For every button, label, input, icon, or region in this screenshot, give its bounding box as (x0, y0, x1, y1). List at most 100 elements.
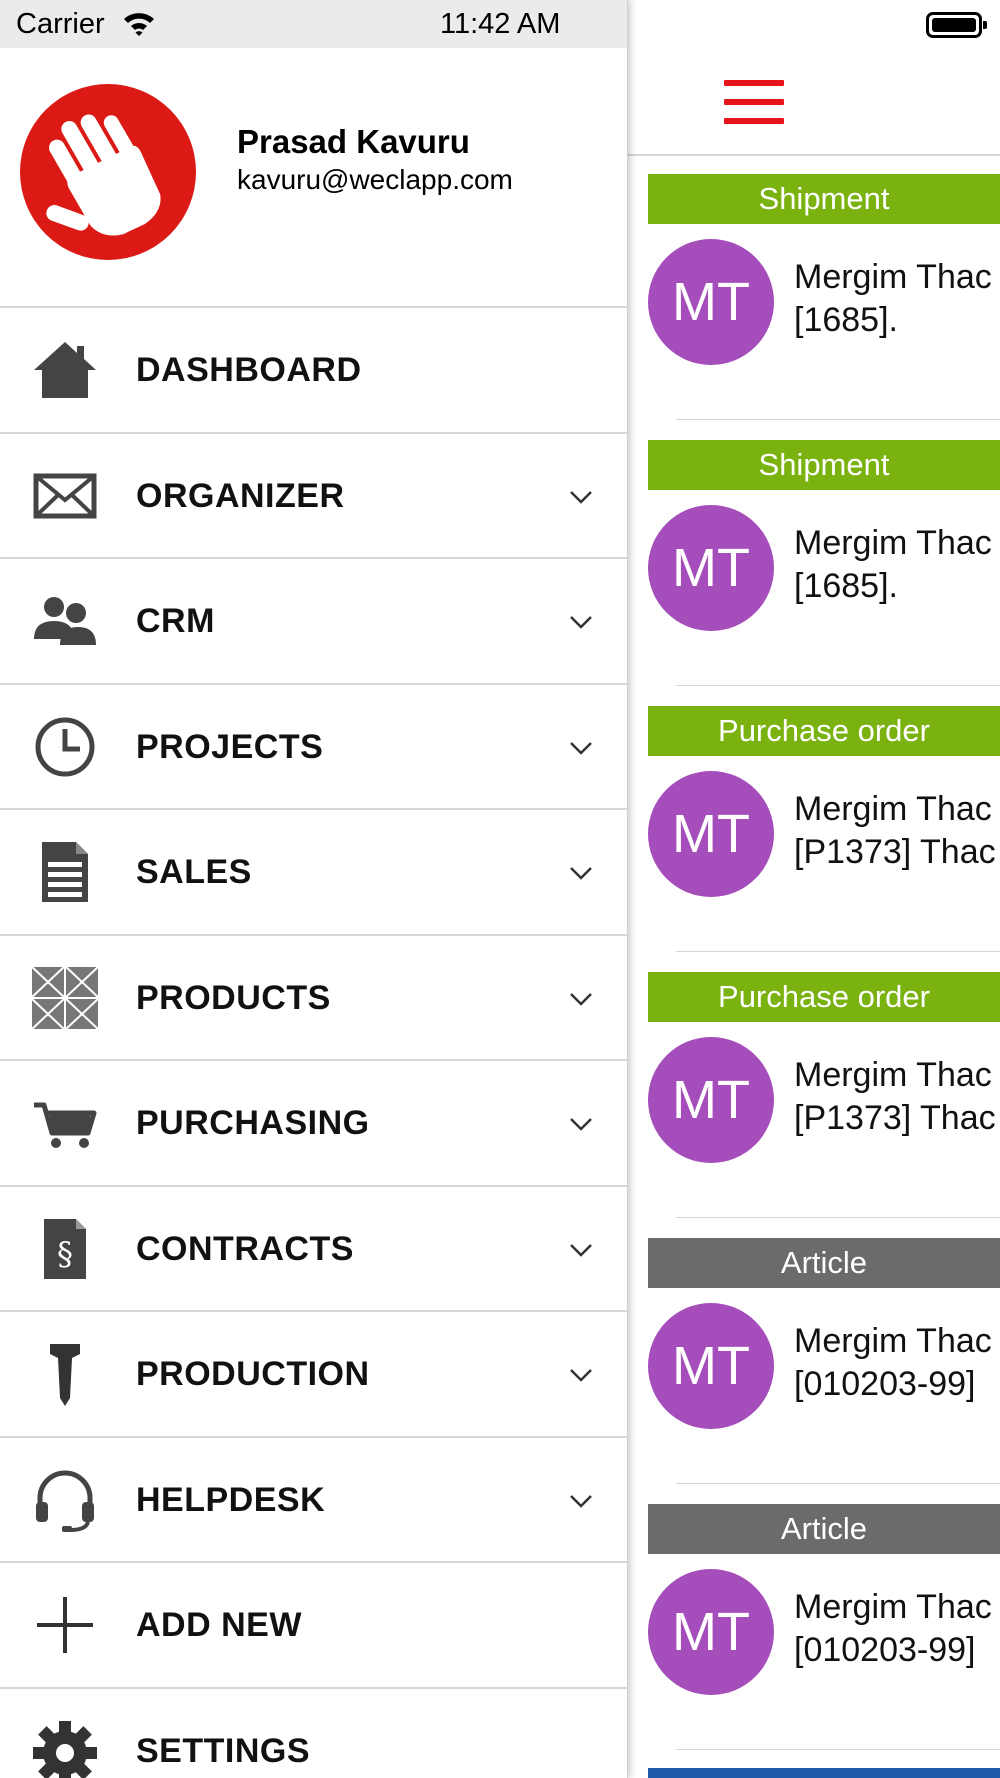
avatar: MT (648, 771, 774, 897)
chevron-down-icon[interactable] (568, 735, 594, 761)
feed-nav-bar (628, 48, 1000, 156)
chevron-down-icon[interactable] (568, 1111, 594, 1137)
feed-item-line1: Mergim Thac (794, 1322, 992, 1360)
avatar: MT (648, 1037, 774, 1163)
plus-icon (37, 1597, 93, 1653)
feed-item-line1: Mergim Thac (794, 790, 992, 828)
menu-item-settings[interactable]: SETTINGS (0, 1689, 627, 1778)
status-bar: Carrier 11:42 AM (0, 0, 627, 48)
menu-item-label: PRODUCTS (136, 978, 331, 1017)
menu-item-organizer[interactable]: ORGANIZER (0, 434, 627, 559)
menu-item-production[interactable]: PRODUCTION (0, 1312, 627, 1438)
gear-icon (33, 1720, 97, 1778)
chevron-down-icon[interactable] (568, 986, 594, 1012)
weclapp-logo-icon (20, 84, 196, 260)
chevron-down-icon[interactable] (568, 484, 594, 510)
activity-feed: Shipment MT Mergim Thac [1685]. Shipment… (628, 0, 1000, 1778)
avatar: MT (648, 1303, 774, 1429)
avatar: MT (648, 505, 774, 631)
chevron-down-icon[interactable] (568, 609, 594, 635)
feed-item-line2: [1685]. (794, 301, 898, 339)
divider (676, 1483, 1000, 1484)
avatar: MT (648, 239, 774, 365)
screen: Shipment MT Mergim Thac [1685]. Shipment… (0, 0, 1000, 1778)
people-icon (34, 597, 96, 645)
feed-item-line2: [1685]. (794, 567, 898, 605)
divider (676, 1217, 1000, 1218)
divider (676, 419, 1000, 420)
feed-item[interactable]: Shipment MT Mergim Thac [1685]. (628, 174, 1000, 440)
user-name: Prasad Kavuru (237, 123, 470, 160)
contract-icon: § (44, 1218, 86, 1279)
menu-item-label: ORGANIZER (136, 476, 345, 515)
feed-item-line2: [P1373] Thac (794, 833, 996, 871)
menu-item-purchasing[interactable]: PURCHASING (0, 1061, 627, 1187)
envelope-icon (33, 473, 97, 518)
menu-item-projects[interactable]: PROJECTS (0, 685, 627, 810)
clock-icon (35, 717, 95, 776)
divider (676, 951, 1000, 952)
feed-item-type-partial (648, 1768, 1000, 1778)
feed-item-line2: [010203-99] (794, 1365, 976, 1403)
chevron-down-icon[interactable] (568, 1237, 594, 1263)
feed-item-type: Purchase order (648, 706, 1000, 756)
home-icon (34, 342, 96, 398)
cart-icon (34, 1102, 97, 1148)
feed-item-line2: [010203-99] (794, 1631, 976, 1669)
document-icon (42, 842, 88, 902)
battery-icon (926, 12, 987, 38)
headset-icon (36, 1470, 94, 1532)
carrier-label: Carrier (16, 8, 105, 40)
status-time: 11:42 AM (440, 8, 561, 40)
feed-list: Shipment MT Mergim Thac [1685]. Shipment… (628, 174, 1000, 1770)
hamburger-icon[interactable] (724, 80, 784, 124)
chevron-down-icon[interactable] (568, 1362, 594, 1388)
menu-item-helpdesk[interactable]: HELPDESK (0, 1438, 627, 1563)
menu-item-label: SALES (136, 853, 252, 891)
divider (676, 1749, 1000, 1750)
boxes-icon (30, 965, 100, 1030)
menu-item-label: DASHBOARD (136, 351, 362, 389)
menu-item-label: ADD NEW (136, 1606, 302, 1644)
menu-item-label: CONTRACTS (136, 1229, 354, 1268)
feed-item-line1: Mergim Thac (794, 1588, 992, 1626)
menu-item-label: PROJECTS (136, 727, 324, 766)
avatar: MT (648, 1569, 774, 1695)
chevron-down-icon[interactable] (568, 1488, 594, 1514)
menu-item-label: PRODUCTION (136, 1355, 370, 1393)
feed-item-type: Shipment (648, 440, 1000, 490)
feed-item-line1: Mergim Thac (794, 524, 992, 562)
menu-item-contracts[interactable]: § CONTRACTS (0, 1187, 627, 1312)
user-email: kavuru@weclapp.com (237, 164, 513, 195)
svg-text:§: § (57, 1235, 73, 1273)
navigation-drawer: Carrier 11:42 AM Prasad Kavuru kavuru@we… (0, 0, 628, 1778)
profile-header[interactable]: Prasad Kavuru kavuru@weclapp.com (0, 48, 627, 308)
feed-item-line1: Mergim Thac (794, 1056, 992, 1094)
menu-item-sales[interactable]: SALES (0, 810, 627, 936)
feed-item-type: Purchase order (648, 972, 1000, 1022)
feed-item[interactable]: Purchase order MT Mergim Thac [P1373] Th… (628, 706, 1000, 972)
feed-status-bar (628, 0, 1000, 48)
menu-item-add-new[interactable]: ADD NEW (0, 1563, 627, 1689)
feed-item-line1: Mergim Thac (794, 258, 992, 296)
drawer-menu: DASHBOARD ORGANIZER CRM PROJECTS SALES P… (0, 308, 627, 1778)
feed-item[interactable]: Shipment MT Mergim Thac [1685]. (628, 440, 1000, 706)
menu-item-products[interactable]: PRODUCTS (0, 936, 627, 1061)
divider (676, 685, 1000, 686)
chevron-down-icon[interactable] (568, 860, 594, 886)
menu-item-label: HELPDESK (136, 1480, 326, 1519)
screw-icon (50, 1344, 80, 1406)
feed-item-type: Article (648, 1504, 1000, 1554)
menu-item-dashboard[interactable]: DASHBOARD (0, 308, 627, 434)
feed-item-type: Shipment (648, 174, 1000, 224)
feed-item-type: Article (648, 1238, 1000, 1288)
feed-item-line2: [P1373] Thac (794, 1099, 996, 1137)
menu-item-label: PURCHASING (136, 1104, 370, 1142)
feed-item[interactable]: Purchase order MT Mergim Thac [P1373] Th… (628, 972, 1000, 1238)
menu-item-label: SETTINGS (136, 1731, 311, 1770)
menu-item-label: CRM (136, 602, 215, 640)
wifi-icon (124, 13, 154, 36)
feed-item[interactable]: Article MT Mergim Thac [010203-99] (628, 1238, 1000, 1504)
menu-item-crm[interactable]: CRM (0, 559, 627, 685)
feed-item[interactable]: Article MT Mergim Thac [010203-99] (628, 1504, 1000, 1770)
